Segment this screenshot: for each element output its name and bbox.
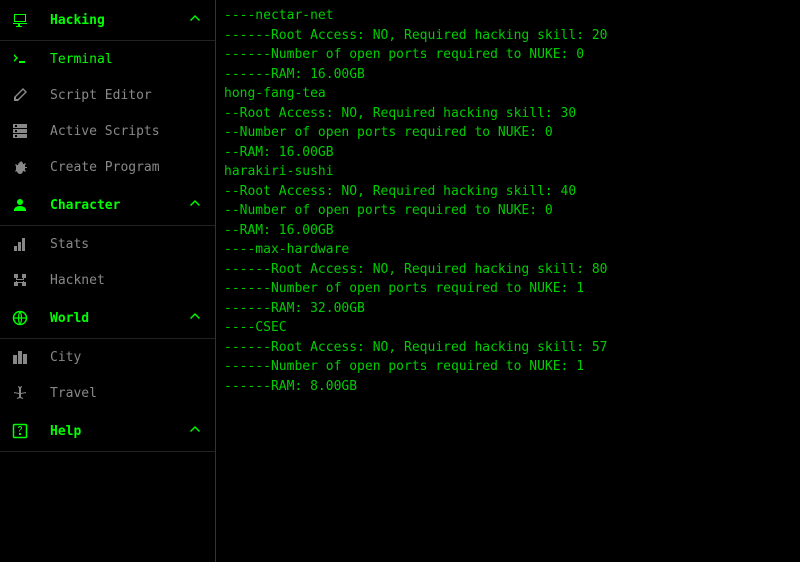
terminal-line: ------Number of open ports required to N… <box>224 279 792 299</box>
terminal-line: hong-fang-tea <box>224 84 792 104</box>
section-label: Help <box>36 424 187 439</box>
computer-icon <box>12 12 36 28</box>
terminal-line: ----max-hardware <box>224 240 792 260</box>
bug-icon <box>12 159 36 175</box>
sidebar-item-label: Hacknet <box>36 273 203 288</box>
sidebar-item-create-program[interactable]: Create Program <box>0 149 215 185</box>
sidebar-item-active-scripts[interactable]: Active Scripts <box>0 113 215 149</box>
sidebar-item-script-editor[interactable]: Script Editor <box>0 77 215 113</box>
person-icon <box>12 197 36 213</box>
sidebar-item-city[interactable]: City <box>0 339 215 375</box>
terminal-line: --RAM: 16.00GB <box>224 143 792 163</box>
terminal-line: --Number of open ports required to NUKE:… <box>224 201 792 221</box>
sidebar-item-hacknet[interactable]: Hacknet <box>0 262 215 298</box>
sidebar-item-travel[interactable]: Travel <box>0 375 215 411</box>
section-header-world[interactable]: World <box>0 298 215 339</box>
sidebar-item-label: Active Scripts <box>36 124 203 139</box>
terminal-line: ------Number of open ports required to N… <box>224 357 792 377</box>
terminal-output[interactable]: ----nectar-net------Root Access: NO, Req… <box>216 0 800 562</box>
bar-chart-icon <box>12 236 36 252</box>
network-icon <box>12 272 36 288</box>
terminal-line: ------Root Access: NO, Required hacking … <box>224 338 792 358</box>
sidebar-item-stats[interactable]: Stats <box>0 226 215 262</box>
airplane-icon <box>12 385 36 401</box>
chevron-up-icon <box>187 308 203 328</box>
section-header-character[interactable]: Character <box>0 185 215 226</box>
terminal-line: --Root Access: NO, Required hacking skil… <box>224 182 792 202</box>
terminal-line: --RAM: 16.00GB <box>224 221 792 241</box>
terminal-icon <box>12 51 36 67</box>
terminal-line: ----CSEC <box>224 318 792 338</box>
terminal-line: ------Root Access: NO, Required hacking … <box>224 260 792 280</box>
sidebar-item-label: Create Program <box>36 160 203 175</box>
terminal-line: ------RAM: 16.00GB <box>224 65 792 85</box>
section-header-help[interactable]: Help <box>0 411 215 452</box>
sidebar-item-label: City <box>36 350 203 365</box>
chevron-up-icon <box>187 195 203 215</box>
terminal-line: ------Number of open ports required to N… <box>224 45 792 65</box>
edit-icon <box>12 87 36 103</box>
help-icon <box>12 423 36 439</box>
sidebar-item-terminal[interactable]: Terminal <box>0 41 215 77</box>
sidebar-item-label: Travel <box>36 386 203 401</box>
terminal-line: ------RAM: 8.00GB <box>224 377 792 397</box>
section-label: Hacking <box>36 13 187 28</box>
terminal-line: ----nectar-net <box>224 6 792 26</box>
globe-icon <box>12 310 36 326</box>
terminal-line: --Root Access: NO, Required hacking skil… <box>224 104 792 124</box>
sidebar-item-label: Terminal <box>36 52 203 67</box>
section-label: Character <box>36 198 187 213</box>
section-header-hacking[interactable]: Hacking <box>0 0 215 41</box>
terminal-line: ------RAM: 32.00GB <box>224 299 792 319</box>
sidebar-item-label: Stats <box>36 237 203 252</box>
section-label: World <box>36 311 187 326</box>
city-icon <box>12 349 36 365</box>
terminal-line: harakiri-sushi <box>224 162 792 182</box>
terminal-line: ------Root Access: NO, Required hacking … <box>224 26 792 46</box>
chevron-up-icon <box>187 421 203 441</box>
chevron-up-icon <box>187 10 203 30</box>
storage-icon <box>12 123 36 139</box>
terminal-line: --Number of open ports required to NUKE:… <box>224 123 792 143</box>
sidebar: Hacking Terminal Script Editor Active Scrip… <box>0 0 216 562</box>
sidebar-item-label: Script Editor <box>36 88 203 103</box>
